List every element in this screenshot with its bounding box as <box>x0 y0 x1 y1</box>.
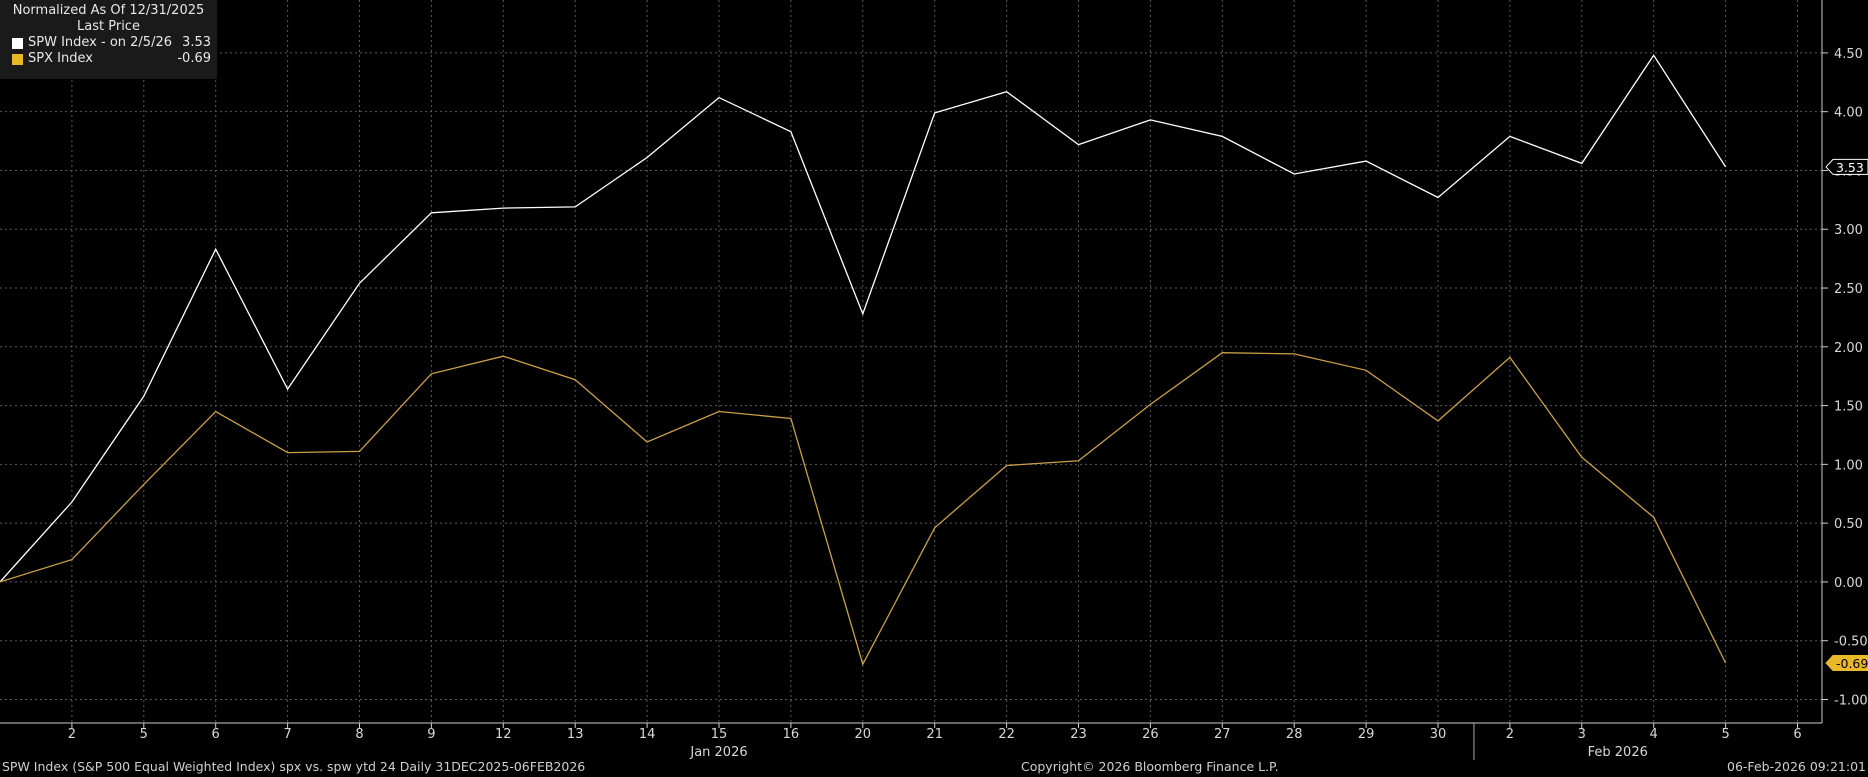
x-tick-label: 3 <box>1578 727 1586 742</box>
x-tick-label: 26 <box>1142 727 1159 742</box>
y-tick-label: 2.00 <box>1834 341 1863 356</box>
legend-swatch-spw <box>12 38 23 49</box>
y-tick-label: 2.50 <box>1834 282 1863 297</box>
x-tick-label: 28 <box>1286 727 1303 742</box>
footer-copyright: Copyright© 2026 Bloomberg Finance L.P. <box>1021 759 1279 774</box>
y-tick-label: 4.50 <box>1834 47 1863 62</box>
legend-value-spx: -0.69 <box>177 51 211 66</box>
x-tick-label: 5 <box>140 727 148 742</box>
x-tick-label: 27 <box>1214 727 1231 742</box>
y-tick-label: -0.50 <box>1834 635 1868 650</box>
x-tick-label: 29 <box>1358 727 1375 742</box>
legend: Normalized As Of 12/31/2025 Last Price S… <box>0 0 217 79</box>
legend-header-normalized: Normalized As Of 12/31/2025 <box>12 3 205 18</box>
legend-label-spw: SPW Index - on 2/5/26 <box>28 35 172 50</box>
x-tick-label: 6 <box>1793 727 1801 742</box>
x-tick-label: 21 <box>926 727 943 742</box>
x-tick-label: 4 <box>1650 727 1658 742</box>
x-tick-label: 9 <box>427 727 435 742</box>
y-tick-label: -1.00 <box>1834 693 1868 708</box>
line-chart: 4.504.003.503.002.502.001.501.000.500.00… <box>0 0 1868 760</box>
footer-description: SPW Index (S&P 500 Equal Weighted Index)… <box>2 759 586 774</box>
y-tick-label: 4.00 <box>1834 106 1863 121</box>
x-tick-label: 20 <box>855 727 872 742</box>
x-tick-label: 16 <box>783 727 800 742</box>
y-tick-label: 1.50 <box>1834 400 1863 415</box>
x-tick-label: 5 <box>1721 727 1729 742</box>
legend-label-spx: SPX Index <box>28 51 93 66</box>
x-tick-label: 22 <box>998 727 1015 742</box>
x-tick-label: 30 <box>1430 727 1447 742</box>
x-tick-label: 2 <box>68 727 76 742</box>
y-tick-label: 3.00 <box>1834 223 1863 238</box>
y-tick-label: 0.00 <box>1834 576 1863 591</box>
series-line-spw-index <box>0 54 1727 583</box>
x-tick-label: 23 <box>1070 727 1087 742</box>
last-value-tag-label: 3.53 <box>1836 160 1864 175</box>
x-tick-label: 14 <box>639 727 656 742</box>
x-tick-label: 13 <box>567 727 584 742</box>
legend-item-spx[interactable]: SPX Index -0.69 <box>0 51 217 67</box>
x-tick-label: 15 <box>711 727 728 742</box>
legend-swatch-spx <box>12 54 23 65</box>
x-tick-label: 2 <box>1506 727 1514 742</box>
x-tick-label: 12 <box>495 727 512 742</box>
legend-header-last-price: Last Price <box>77 19 140 34</box>
x-tick-label: 6 <box>212 727 220 742</box>
series-line-spx-index <box>0 352 1727 666</box>
y-tick-label: 1.00 <box>1834 458 1863 473</box>
last-value-tag-label: -0.69 <box>1836 656 1868 671</box>
legend-item-spw[interactable]: SPW Index - on 2/5/26 3.53 <box>0 35 217 51</box>
footer-timestamp: 06-Feb-2026 09:21:01 <box>1727 759 1866 774</box>
x-tick-label: 7 <box>283 727 291 742</box>
legend-value-spw: 3.53 <box>182 35 211 50</box>
y-tick-label: 0.50 <box>1834 517 1863 532</box>
x-tick-label: 8 <box>355 727 363 742</box>
month-label: Jan 2026 <box>689 745 747 760</box>
month-label: Feb 2026 <box>1588 745 1648 760</box>
